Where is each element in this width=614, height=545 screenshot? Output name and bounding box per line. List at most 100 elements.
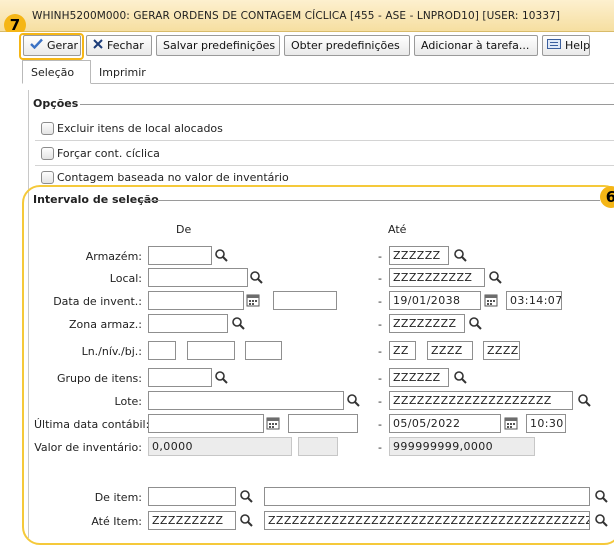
- ultima-data-from-date[interactable]: [148, 414, 264, 433]
- tab-selecao-label: Seleção: [31, 66, 75, 79]
- ultima-data-to-date[interactable]: 05/05/2022: [389, 414, 501, 433]
- zoom-icon[interactable]: [214, 248, 229, 263]
- ln-from-1[interactable]: [148, 341, 176, 360]
- calendar-icon[interactable]: [246, 293, 261, 308]
- zona-to-field[interactable]: ZZZZZZZZ: [389, 314, 465, 333]
- ln-from-3[interactable]: [245, 341, 282, 360]
- zoom-icon[interactable]: [468, 316, 483, 331]
- data-invent-to-time[interactable]: 03:14:07: [506, 291, 562, 310]
- ate-item-field[interactable]: ZZZZZZZZZZZZZZZZZZZZZZZZZZZZZZZZZZZZZZZZ…: [264, 511, 590, 530]
- zoom-icon[interactable]: [453, 248, 468, 263]
- zoom-icon[interactable]: [239, 489, 254, 504]
- salvar-label: Salvar predefinições: [163, 39, 276, 52]
- armazem-from-field[interactable]: [148, 246, 212, 265]
- forcar-contagem-label: Forçar cont. cíclica: [57, 147, 160, 160]
- de-item-project-field[interactable]: [148, 487, 236, 506]
- range-dash: -: [378, 250, 382, 263]
- contagem-valor-label: Contagem baseada no valor de inventário: [57, 171, 289, 184]
- adicionar-label: Adicionar à tarefa...: [421, 39, 530, 52]
- obter-predefinicoes-button[interactable]: Obter predefinições: [284, 35, 410, 56]
- lote-label: Lote:: [114, 395, 142, 408]
- local-to-field[interactable]: ZZZZZZZZZZ: [389, 268, 485, 287]
- range-dash: -: [378, 441, 382, 454]
- range-group-line: [140, 200, 600, 201]
- de-item-field[interactable]: [264, 487, 590, 506]
- range-dash: -: [378, 272, 382, 285]
- zoom-icon[interactable]: [594, 489, 609, 504]
- zoom-icon[interactable]: [577, 393, 592, 408]
- valor-from-field: 0,0000: [148, 437, 292, 456]
- local-from-field[interactable]: [148, 268, 248, 287]
- title-bar: WHINH5200M000: GERAR ORDENS DE CONTAGEM …: [0, 0, 614, 32]
- excluir-itens-label: Excluir itens de local alocados: [57, 122, 223, 135]
- obter-label: Obter predefinições: [291, 39, 400, 52]
- valor-label: Valor de inventário:: [34, 441, 142, 454]
- data-invent-label: Data de invent.:: [53, 295, 142, 308]
- gerar-highlight: [19, 33, 84, 60]
- zoom-icon[interactable]: [346, 393, 361, 408]
- ln-to-2[interactable]: ZZZZ: [427, 341, 473, 360]
- close-icon: [93, 36, 103, 55]
- grupo-from-field[interactable]: [148, 368, 212, 387]
- zoom-icon[interactable]: [453, 370, 468, 385]
- zoom-icon[interactable]: [488, 270, 503, 285]
- armazem-label: Armazém:: [85, 250, 142, 263]
- zoom-icon[interactable]: [249, 270, 264, 285]
- range-dash: -: [378, 318, 382, 331]
- range-dash: -: [378, 372, 382, 385]
- de-item-label: De item:: [94, 491, 142, 504]
- zoom-icon[interactable]: [594, 513, 609, 528]
- grupo-label: Grupo de itens:: [56, 372, 142, 385]
- excluir-itens-checkbox[interactable]: [41, 122, 54, 135]
- zoom-icon[interactable]: [239, 513, 254, 528]
- ate-item-project-field[interactable]: ZZZZZZZZZ: [148, 511, 236, 530]
- help-button[interactable]: Help: [542, 35, 590, 56]
- fechar-button[interactable]: Fechar: [86, 35, 152, 56]
- options-group-line: [80, 104, 614, 105]
- col-ate-header: Até: [388, 223, 407, 236]
- grupo-to-field[interactable]: ZZZZZZ: [389, 368, 449, 387]
- armazem-to-field[interactable]: ZZZZZZ: [389, 246, 449, 265]
- help-label: Help: [565, 39, 591, 52]
- data-invent-from-date[interactable]: [148, 291, 244, 310]
- forcar-contagem-checkbox[interactable]: [41, 147, 54, 160]
- options-separator: [35, 165, 614, 166]
- ultima-data-from-time[interactable]: [288, 414, 358, 433]
- zoom-icon[interactable]: [231, 316, 246, 331]
- col-de-header: De: [176, 223, 192, 236]
- ln-to-3[interactable]: ZZZZ: [483, 341, 520, 360]
- toolbar: Gerar Fechar Salvar predefinições Obter …: [0, 32, 614, 60]
- window-title: WHINH5200M000: GERAR ORDENS DE CONTAGEM …: [32, 10, 561, 22]
- tab-selecao[interactable]: Seleção: [22, 60, 91, 84]
- ate-item-label: Até Item:: [91, 515, 142, 528]
- ln-from-2[interactable]: [187, 341, 235, 360]
- zona-from-field[interactable]: [148, 314, 228, 333]
- data-invent-to-date[interactable]: 19/01/2038: [389, 291, 481, 310]
- fechar-label: Fechar: [107, 39, 144, 52]
- valor-from-extra-field: [298, 437, 338, 456]
- adicionar-tarefa-button[interactable]: Adicionar à tarefa...: [414, 35, 538, 56]
- range-dash: -: [378, 345, 382, 358]
- tab-imprimir[interactable]: Imprimir: [99, 66, 146, 79]
- calendar-icon[interactable]: [266, 416, 281, 431]
- tab-imprimir-label: Imprimir: [99, 66, 146, 79]
- valor-to-field: 999999999,0000: [389, 437, 535, 456]
- options-separator: [35, 140, 614, 141]
- data-invent-from-time[interactable]: [273, 291, 337, 310]
- salvar-predefinicoes-button[interactable]: Salvar predefinições: [156, 35, 280, 56]
- zoom-icon[interactable]: [214, 370, 229, 385]
- calendar-icon[interactable]: [504, 416, 519, 431]
- contagem-valor-checkbox[interactable]: [41, 171, 54, 184]
- range-dash: -: [378, 418, 382, 431]
- ultima-data-label: Última data contábil:: [34, 418, 150, 431]
- lote-from-field[interactable]: [148, 391, 344, 410]
- help-icon: [547, 36, 561, 55]
- tabs-divider: [22, 83, 614, 84]
- options-group-title: Opções: [33, 97, 79, 110]
- lote-to-field[interactable]: ZZZZZZZZZZZZZZZZZZZZ: [389, 391, 573, 410]
- ultima-data-to-time[interactable]: 10:30: [526, 414, 566, 433]
- calendar-icon[interactable]: [484, 293, 499, 308]
- ln-label: Ln./nív./bj.:: [81, 345, 142, 358]
- range-dash: -: [378, 295, 382, 308]
- ln-to-1[interactable]: ZZ: [389, 341, 416, 360]
